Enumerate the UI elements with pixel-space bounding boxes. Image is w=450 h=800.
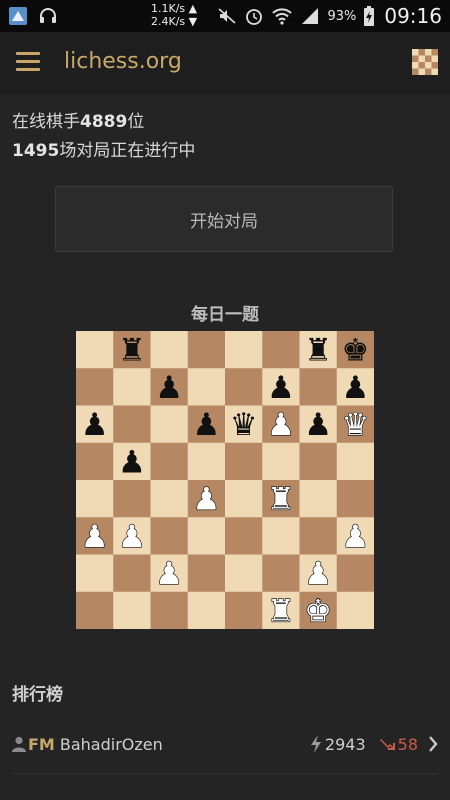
headset-icon [38,6,58,26]
start-game-button[interactable]: 开始对局 [55,186,393,252]
black-pawn-d6[interactable]: ♟ [192,407,220,443]
board-square-a5[interactable] [76,442,114,481]
white-pawn-f6[interactable]: ♟ [266,406,295,443]
board-square-e5[interactable] [225,442,263,481]
black-king-h8[interactable]: ♚ [341,333,369,369]
player-rating: 2943 [324,734,366,754]
board-square-g4[interactable] [299,480,338,518]
board-square-b2[interactable] [113,554,151,593]
leaderboard-row-next[interactable] [0,776,450,800]
black-pawn-b5[interactable]: ♟ [118,444,146,480]
black-pawn-g6[interactable]: ♟ [304,407,332,443]
board-square-a7[interactable] [76,368,114,406]
games-in-progress-line: 1495场对局正在进行中 [12,141,196,161]
trend-down-icon [379,737,396,751]
board-square-c6[interactable] [150,405,189,444]
players-count: 4889 [80,112,128,132]
board-square-e8[interactable] [225,331,263,369]
user-icon [12,736,26,752]
black-rook-g8[interactable]: ♜ [304,333,332,369]
board-square-g5[interactable] [299,442,338,481]
app-notification-icon [8,6,28,26]
board-square-e7[interactable] [225,368,263,406]
lightning-icon [310,735,322,753]
white-king-g1[interactable]: ♚ [304,593,333,629]
white-pawn-c2[interactable]: ♟ [155,555,184,592]
board-square-c3[interactable] [150,517,189,555]
board-square-f2[interactable] [262,554,300,593]
leaderboard-row[interactable]: FM BahadirOzen 2943 58 [0,718,450,770]
mute-icon [217,6,237,26]
alarm-icon [244,6,264,26]
white-pawn-g2[interactable]: ♟ [304,555,333,592]
board-square-g7[interactable] [299,368,338,406]
online-info: 在线棋手4889位 1495场对局正在进行中 [12,108,195,166]
white-pawn-h3[interactable]: ♟ [341,518,370,555]
signal-icon [300,6,320,26]
board-square-e2[interactable] [225,554,263,593]
board-square-b4[interactable] [113,480,151,518]
board-square-f3[interactable] [262,517,300,555]
list-divider [12,773,438,774]
board-square-d2[interactable] [187,554,226,593]
wifi-icon [271,6,293,26]
black-pawn-f7[interactable]: ♟ [267,370,295,406]
board-square-c8[interactable] [150,331,189,369]
status-bar: 1.1K/s ▲ 2.4K/s ▼ 93% 09:16 [0,0,450,32]
daily-puzzle-title: 每日一题 [191,305,259,325]
online-players-line: 在线棋手4889位 [12,112,145,132]
board-square-b7[interactable] [113,368,151,406]
board-square-h1[interactable] [336,591,374,629]
black-rook-b8[interactable]: ♜ [118,333,146,369]
board-square-d8[interactable] [187,331,226,369]
board-square-b6[interactable] [113,405,151,444]
player-title-badge: FM [28,734,55,754]
battery-charging-icon [363,5,375,27]
board-square-f5[interactable] [262,442,300,481]
network-speed: 1.1K/s ▲ 2.4K/s ▼ [151,2,198,28]
white-rook-f4[interactable]: ♜ [266,481,295,518]
board-square-c1[interactable] [150,591,189,629]
board-square-d5[interactable] [187,442,226,481]
white-pawn-a3[interactable]: ♟ [80,518,109,555]
white-queen-h6[interactable]: ♛ [341,406,370,443]
daily-puzzle-board[interactable]: ♜ ♜ ♚♟ ♟ ♟♟ ♟ ♛ ♟ ♟ ♛♟♟ ♜♟ ♟ ♟♟ ♟♜ ♚ [76,331,374,629]
black-pawn-h7[interactable]: ♟ [341,370,369,406]
board-square-e4[interactable] [225,480,263,518]
board-square-d7[interactable] [187,368,226,406]
board-square-a4[interactable] [76,480,114,518]
board-square-a1[interactable] [76,591,114,629]
board-square-h2[interactable] [336,554,374,593]
board-square-g3[interactable] [299,517,338,555]
board-theme-icon[interactable] [412,49,438,75]
chevron-right-icon [428,736,438,752]
rating-delta: 58 [397,734,418,754]
board-square-c4[interactable] [150,480,189,518]
leaderboard-title: 排行榜 [12,685,63,705]
board-square-b1[interactable] [113,591,151,629]
clock: 09:16 [384,4,442,28]
board-square-c5[interactable] [150,442,189,481]
battery-percent: 93% [327,8,357,24]
board-square-e3[interactable] [225,517,263,555]
board-square-d1[interactable] [187,591,226,629]
board-square-h4[interactable] [336,480,374,518]
black-pawn-a6[interactable]: ♟ [81,407,109,443]
black-pawn-c7[interactable]: ♟ [155,370,183,406]
games-count: 1495 [12,141,60,161]
app-bar: lichess.org [0,32,450,94]
white-pawn-d4[interactable]: ♟ [192,481,221,518]
player-name: BahadirOzen [59,734,163,754]
board-square-a2[interactable] [76,554,114,593]
app-title: lichess.org [64,49,182,74]
board-square-d3[interactable] [187,517,226,555]
board-square-e1[interactable] [225,591,263,629]
menu-icon[interactable] [16,52,40,72]
white-pawn-b3[interactable]: ♟ [117,518,146,555]
white-rook-f1[interactable]: ♜ [266,593,295,629]
board-square-h5[interactable] [336,442,374,481]
board-square-f8[interactable] [262,331,300,369]
black-queen-e6[interactable]: ♛ [230,407,258,443]
board-square-a8[interactable] [76,331,114,369]
